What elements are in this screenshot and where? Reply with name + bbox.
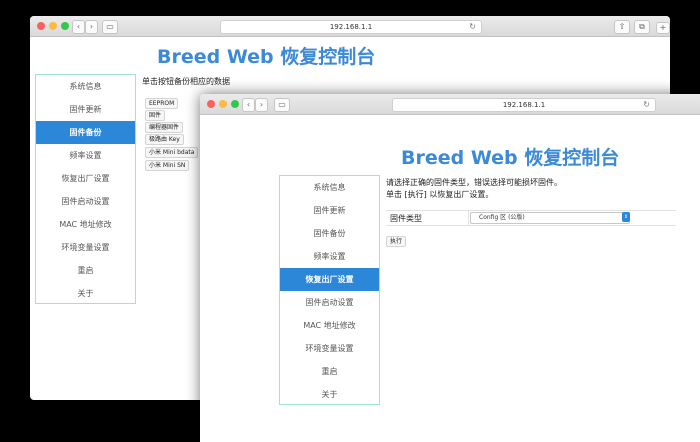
menu-item-mac-address[interactable]: MAC 地址修改 xyxy=(36,213,135,236)
sidebar-toggle-button[interactable]: ▭ xyxy=(274,98,290,112)
menu-item-system-info[interactable]: 系统信息 xyxy=(280,176,379,199)
browser-window-front: ‹ › ▭ 192.168.1.1 ↻ Breed Web 恢复控制台 系统信息… xyxy=(200,94,700,442)
zoom-window-button[interactable] xyxy=(231,100,239,108)
menu-item-firmware-backup[interactable]: 固件备份 xyxy=(36,121,135,144)
minimize-window-button[interactable] xyxy=(219,100,227,108)
forward-nav-button[interactable]: › xyxy=(85,20,98,34)
reset-instruction-line1: 请选择正确的固件类型，错误选择可能损坏固件。 xyxy=(386,178,562,187)
menu-item-frequency[interactable]: 频率设置 xyxy=(36,144,135,167)
backup-instruction: 单击按钮备份相应的数据 xyxy=(142,77,230,86)
url-text: 192.168.1.1 xyxy=(329,23,373,31)
menu-item-factory-reset[interactable]: 恢复出厂设置 xyxy=(36,167,135,190)
backup-firmware-button[interactable]: 固件 xyxy=(145,110,166,121)
chevron-left-icon: ‹ xyxy=(76,22,81,31)
menu-item-factory-reset[interactable]: 恢复出厂设置 xyxy=(280,268,379,291)
title-bar: ‹ › ▭ 192.168.1.1 ↻ xyxy=(200,94,700,115)
backup-programmer-firmware-button[interactable]: 编程器固件 xyxy=(145,122,184,133)
new-tab-button[interactable]: + xyxy=(656,22,670,34)
reset-instruction-line2: 单击 [执行] 以恢复出厂设置。 xyxy=(386,190,494,199)
menu-item-system-info[interactable]: 系统信息 xyxy=(36,75,135,98)
firmware-type-value: Config 区 (公版) xyxy=(479,214,525,221)
backup-hiwifi-key-button[interactable]: 极路由 Key xyxy=(145,134,184,145)
close-window-button[interactable] xyxy=(37,22,45,30)
menu-item-reboot[interactable]: 重启 xyxy=(280,360,379,383)
menu-item-mac-address[interactable]: MAC 地址修改 xyxy=(280,314,379,337)
sidebar-menu: 系统信息 固件更新 固件备份 频率设置 恢复出厂设置 固件启动设置 MAC 地址… xyxy=(35,74,136,304)
menu-item-env-vars[interactable]: 环境变量设置 xyxy=(36,236,135,259)
back-nav-button[interactable]: ‹ xyxy=(72,20,85,34)
sidebar-toggle-button[interactable]: ▭ xyxy=(102,20,118,34)
menu-item-about[interactable]: 关于 xyxy=(36,282,135,305)
close-window-button[interactable] xyxy=(207,100,215,108)
minimize-window-button[interactable] xyxy=(49,22,57,30)
firmware-type-label: 固件类型 xyxy=(390,214,422,223)
menu-item-reboot[interactable]: 重启 xyxy=(36,259,135,282)
menu-item-firmware-backup[interactable]: 固件备份 xyxy=(280,222,379,245)
new-tab-icon: + xyxy=(659,23,667,32)
zoom-window-button[interactable] xyxy=(61,22,69,30)
backup-mi-mini-bdata-button[interactable]: 小米 Mini bdata xyxy=(145,147,199,158)
window-controls xyxy=(207,100,239,108)
column-divider xyxy=(468,211,469,225)
share-icon: ⇧ xyxy=(618,22,626,31)
sidebar-icon: ▭ xyxy=(106,22,114,31)
window-controls xyxy=(37,22,69,30)
menu-item-env-vars[interactable]: 环境变量设置 xyxy=(280,337,379,360)
chevron-left-icon: ‹ xyxy=(246,100,251,109)
tabs-button[interactable]: ⧉ xyxy=(634,20,650,34)
forward-nav-button[interactable]: › xyxy=(255,98,268,112)
menu-item-boot-settings[interactable]: 固件启动设置 xyxy=(36,190,135,213)
menu-item-about[interactable]: 关于 xyxy=(280,383,379,406)
menu-item-frequency[interactable]: 频率设置 xyxy=(280,245,379,268)
address-bar[interactable]: 192.168.1.1 ↻ xyxy=(220,20,482,34)
backup-button-list: EEPROM 固件 编程器固件 极路由 Key 小米 Mini bdata 小米… xyxy=(145,98,205,188)
page-title: Breed Web 恢复控制台 xyxy=(157,46,376,68)
menu-item-boot-settings[interactable]: 固件启动设置 xyxy=(280,291,379,314)
address-bar[interactable]: 192.168.1.1 ↻ xyxy=(392,98,656,112)
menu-item-firmware-update[interactable]: 固件更新 xyxy=(280,199,379,222)
chevron-right-icon: › xyxy=(259,100,264,109)
reload-icon[interactable]: ↻ xyxy=(643,99,650,111)
page-title: Breed Web 恢复控制台 xyxy=(401,147,620,169)
menu-item-firmware-update[interactable]: 固件更新 xyxy=(36,98,135,121)
chevron-right-icon: › xyxy=(89,22,94,31)
sidebar-icon: ▭ xyxy=(278,100,286,109)
dropdown-arrow-icon: ⇕ xyxy=(622,212,630,222)
tabs-icon: ⧉ xyxy=(639,22,645,31)
reload-icon[interactable]: ↻ xyxy=(469,21,476,33)
title-bar: ‹ › ▭ 192.168.1.1 ↻ ⇧ ⧉ + xyxy=(30,16,670,37)
share-button[interactable]: ⇧ xyxy=(614,20,630,34)
firmware-type-select[interactable]: Config 区 (公版) ⇕ xyxy=(470,212,630,224)
back-nav-button[interactable]: ‹ xyxy=(242,98,255,112)
url-text: 192.168.1.1 xyxy=(502,101,546,109)
execute-button[interactable]: 执行 xyxy=(386,236,407,247)
firmware-type-row: 固件类型 Config 区 (公版) ⇕ xyxy=(386,210,676,226)
backup-eeprom-button[interactable]: EEPROM xyxy=(145,98,179,109)
sidebar-menu: 系统信息 固件更新 固件备份 频率设置 恢复出厂设置 固件启动设置 MAC 地址… xyxy=(279,175,380,405)
backup-mi-mini-sn-button[interactable]: 小米 Mini SN xyxy=(145,160,190,171)
